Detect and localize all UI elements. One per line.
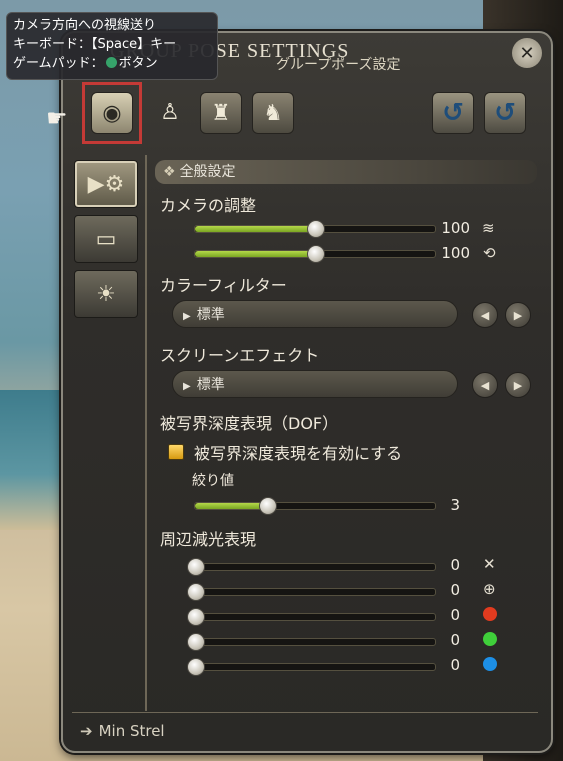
vertical-divider <box>145 155 147 711</box>
screen-effect-dropdown[interactable]: ▶ 標準 <box>172 370 458 398</box>
aperture-slider[interactable] <box>194 497 436 515</box>
camera-slider-1[interactable] <box>194 220 436 238</box>
color-filter-dropdown[interactable]: ▶ 標準 <box>172 300 458 328</box>
wifi-icon: ≋ <box>482 219 495 237</box>
red-dot-icon <box>483 607 497 621</box>
green-dot-icon <box>483 632 497 646</box>
slider-knob[interactable] <box>187 658 205 676</box>
tab-eye[interactable]: ◉ <box>91 92 133 134</box>
camera-slider-2-value: 100 <box>441 244 470 262</box>
pose-figure-icon: ♞ <box>263 100 283 126</box>
slider-fill <box>195 251 315 257</box>
aperture-label: 絞り値 <box>192 473 234 489</box>
character-name: Min Strel <box>98 722 165 740</box>
chevron-left-icon: ◀ <box>480 378 490 392</box>
aperture-value: 3 <box>450 496 460 514</box>
reset-button[interactable]: ↺ <box>432 92 474 134</box>
blue-dot-icon <box>483 657 497 671</box>
dof-label: 被写界深度表現（DOF） <box>160 414 339 433</box>
footer-divider <box>72 712 538 713</box>
vignette-value-4: 0 <box>450 631 460 649</box>
section-header-label: 全般設定 <box>179 164 236 180</box>
eye-icon: ◉ <box>102 100 122 126</box>
color-filter-next-button[interactable]: ▶ <box>505 302 531 328</box>
undo-icon: ↺ <box>442 98 464 128</box>
sidetab-lighting[interactable]: ☀ <box>74 270 138 318</box>
sidetab-frame[interactable]: ▭ <box>74 215 138 263</box>
vignette-slider-4[interactable] <box>187 633 436 651</box>
vignette-label: 周辺減光表現 <box>160 530 257 549</box>
reset-all-button[interactable]: ↺ <box>484 92 526 134</box>
slider-knob[interactable] <box>187 633 205 651</box>
gamepad-triangle-icon <box>105 57 117 68</box>
tab-pose-2[interactable]: ♞ <box>252 92 294 134</box>
color-filter-prev-button[interactable]: ◀ <box>472 302 498 328</box>
camera-gear-icon: ▶⚙ <box>87 171 125 197</box>
window-subtitle: グループポーズ設定 <box>276 57 401 73</box>
vignette-value-1: 0 <box>450 556 460 574</box>
sidetab-camera[interactable]: ▶⚙ <box>74 160 138 208</box>
screen-effect-label: スクリーンエフェクト <box>160 346 320 365</box>
slider-knob[interactable] <box>187 558 205 576</box>
color-filter-value: 標準 <box>196 307 225 323</box>
camera-slider-1-value: 100 <box>441 219 470 237</box>
close-icon: ✕ <box>519 42 535 64</box>
tooltip-line3-prefix: ゲームパッド： <box>13 56 104 71</box>
vignette-slider-1[interactable] <box>187 558 436 576</box>
camera-slider-2[interactable] <box>194 245 436 263</box>
screen-effect-prev-button[interactable]: ◀ <box>472 372 498 398</box>
footer: ➔ Min Strel <box>80 722 165 740</box>
slider-knob[interactable] <box>307 245 325 263</box>
screen-effect-next-button[interactable]: ▶ <box>505 372 531 398</box>
dof-enable-checkbox[interactable] <box>168 444 184 460</box>
slider-knob[interactable] <box>187 583 205 601</box>
frame-icon: ▭ <box>95 226 117 252</box>
vignette-value-2: 0 <box>450 581 460 599</box>
triangle-right-icon: ▶ <box>183 311 191 322</box>
chevron-right-icon: ▶ <box>513 378 523 392</box>
slider-knob[interactable] <box>307 220 325 238</box>
diamond-icon: ❖ <box>163 164 176 180</box>
color-filter-label: カラーフィルター <box>160 276 287 295</box>
tooltip-line3-suffix: ボタン <box>118 56 158 71</box>
screen-effect-value: 標準 <box>196 377 225 393</box>
double-arrow-icon: ➔ <box>80 722 93 740</box>
slider-fill <box>195 503 267 509</box>
vignette-value-3: 0 <box>450 606 460 624</box>
tooltip-line3: ゲームパッド： ボタン <box>13 54 211 73</box>
vignette-slider-5[interactable] <box>187 658 436 676</box>
chevron-left-icon: ◀ <box>480 308 490 322</box>
expand-icon: ✕ <box>483 555 496 573</box>
tooltip-line2: キーボード：【Space】キー <box>13 37 177 52</box>
pose-figure-icon: ♜ <box>211 100 231 126</box>
vignette-value-5: 0 <box>450 656 460 674</box>
triangle-right-icon: ▶ <box>183 381 191 392</box>
hand-pointer-icon: ☛ <box>46 104 68 132</box>
tooltip-line1: カメラ方向への視線送り <box>13 18 157 33</box>
vignette-slider-2[interactable] <box>187 583 436 601</box>
light-icon: ☀ <box>96 281 116 307</box>
tab-light[interactable]: ♙ <box>150 92 190 132</box>
tab-pose-1[interactable]: ♜ <box>200 92 242 134</box>
undo-all-icon: ↺ <box>494 98 516 128</box>
slider-knob[interactable] <box>259 497 277 515</box>
section-header: ❖ 全般設定 <box>155 160 537 184</box>
camera-adjust-label: カメラの調整 <box>160 196 257 215</box>
chevron-right-icon: ▶ <box>513 308 523 322</box>
slider-fill <box>195 226 315 232</box>
lamp-icon: ♙ <box>160 99 180 125</box>
close-button[interactable]: ✕ <box>512 38 542 68</box>
tooltip: カメラ方向への視線送り キーボード：【Space】キー ゲームパッド： ボタン <box>6 12 218 80</box>
dof-enable-label: 被写界深度表現を有効にする <box>194 444 403 463</box>
rotate-icon: ⟲ <box>483 244 496 262</box>
slider-knob[interactable] <box>187 608 205 626</box>
vignette-slider-3[interactable] <box>187 608 436 626</box>
move-icon: ⊕ <box>483 580 496 598</box>
